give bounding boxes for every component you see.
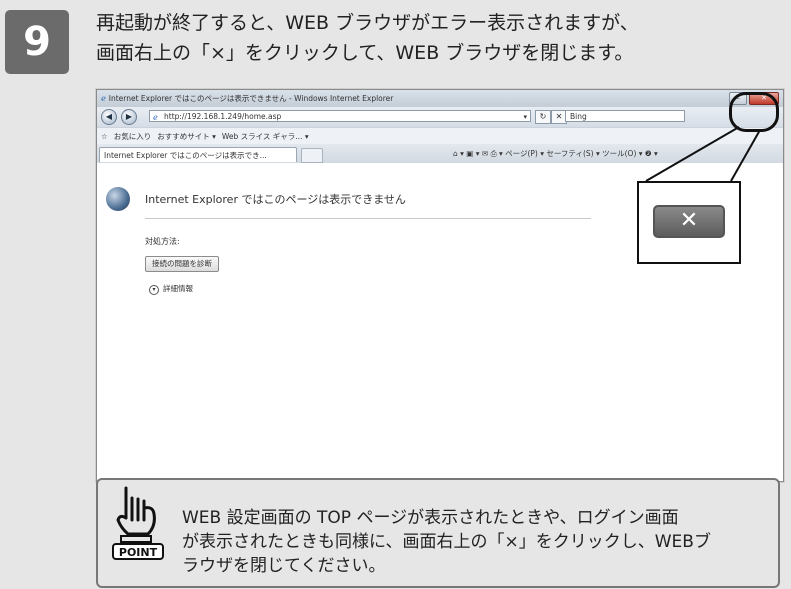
- close-highlight-circle: [729, 92, 779, 132]
- point-hand-icon: POINT: [112, 484, 170, 566]
- svg-text:POINT: POINT: [119, 546, 158, 559]
- close-x-icon: ✕: [653, 205, 725, 238]
- point-line-2: が表示されたときも同様に、画面右上の「×」をクリックし、WEBブ: [182, 532, 711, 552]
- close-button-callout: ✕: [637, 181, 741, 264]
- point-note-text: WEB 設定画面の TOP ページが表示されたときや、ログイン画面 が表示された…: [182, 506, 772, 578]
- point-line-3: ラウザを閉じてください。: [182, 556, 386, 576]
- point-line-1: WEB 設定画面の TOP ページが表示されたときや、ログイン画面: [182, 508, 679, 528]
